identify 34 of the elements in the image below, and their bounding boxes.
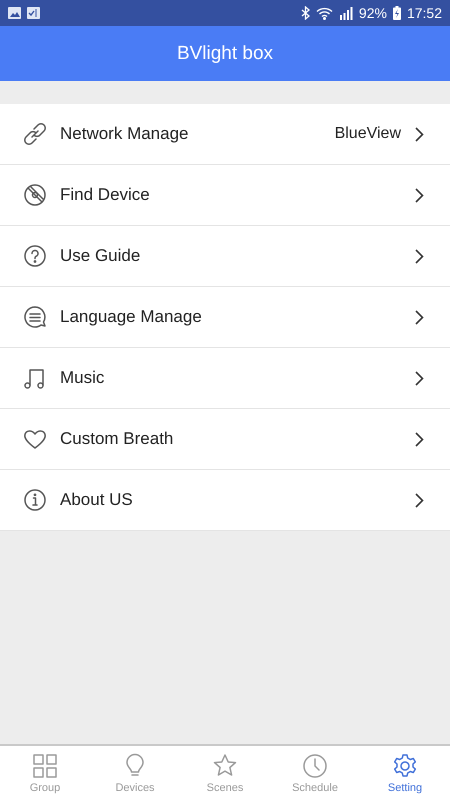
menu-item[interactable]: Find Device <box>0 165 450 226</box>
settings-icon <box>392 752 418 778</box>
menu-item[interactable]: Language Manage <box>0 287 450 348</box>
network-name: BlueView <box>334 125 401 143</box>
battery-icon <box>392 6 401 20</box>
clock-time: 17:52 <box>406 5 442 21</box>
chevron-icon <box>415 432 424 446</box>
question-icon <box>22 243 48 269</box>
chevron-icon <box>415 188 424 202</box>
wifi-icon <box>316 6 333 20</box>
clock-icon <box>302 752 328 778</box>
signal-icon <box>338 6 353 20</box>
grid-icon <box>32 752 58 778</box>
chevron-icon <box>415 126 424 142</box>
chevron-icon <box>415 492 424 508</box>
image-icon <box>8 7 21 19</box>
menu-item[interactable]: Network Manage BlueView <box>0 104 450 165</box>
app-title: BVlight box <box>176 42 274 64</box>
chat-bubble-icon <box>22 304 48 330</box>
bluetooth-icon <box>300 6 310 20</box>
menu-item[interactable]: Use Guide <box>0 226 450 287</box>
star-icon <box>212 752 238 778</box>
chevron-icon <box>415 370 424 386</box>
chevron-icon <box>415 310 424 324</box>
info-icon <box>22 487 48 513</box>
tab[interactable]: Setting <box>360 746 450 800</box>
chevron-icon <box>415 248 424 264</box>
menu-item[interactable]: About US <box>0 470 450 531</box>
menu-item[interactable]: Music <box>0 348 450 409</box>
link-icon <box>22 121 48 147</box>
menu-item[interactable]: Custom Breath <box>0 409 450 470</box>
disc-icon <box>22 182 48 208</box>
checklist-icon <box>27 7 40 19</box>
battery-percent: 92% <box>358 5 387 21</box>
